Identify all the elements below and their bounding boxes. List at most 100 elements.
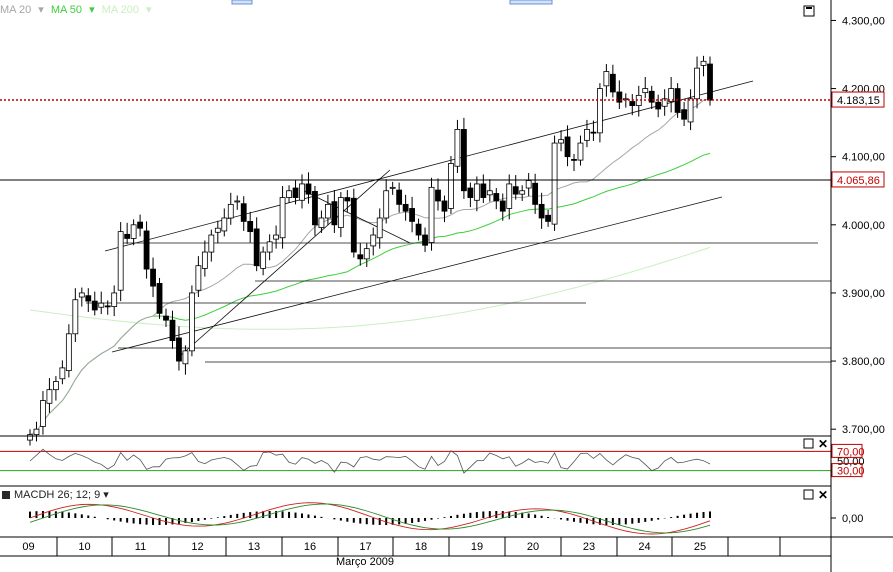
candle-up <box>273 234 279 240</box>
ma50-legend[interactable]: MA 50 ▾ <box>51 4 95 16</box>
candle-up <box>117 231 124 291</box>
candle-up <box>286 190 292 198</box>
candle-down <box>564 136 571 158</box>
candle-down <box>247 221 254 233</box>
candle-down <box>707 63 713 101</box>
candle-down <box>124 233 131 239</box>
candle-down <box>305 183 312 195</box>
candle-down <box>493 193 500 202</box>
macd-panel: 0,00 <box>29 502 863 535</box>
candle-up <box>53 381 59 391</box>
candle-up <box>558 139 564 144</box>
macd-legend[interactable]: MACDH 26; 12; 9 ▾ <box>2 488 109 501</box>
candle-down <box>532 182 539 205</box>
candle-down <box>571 159 577 161</box>
candle-down <box>545 214 551 222</box>
candle-up <box>687 98 694 123</box>
candle-up <box>694 67 700 100</box>
candle-down <box>396 189 403 205</box>
candle-down <box>461 129 467 192</box>
candle-up <box>221 217 228 232</box>
candle-up <box>266 241 273 253</box>
candle-up <box>33 428 40 436</box>
indicator-legend: MA 20 ▾ MA 50 ▾ MA 200 ▾ <box>0 3 156 16</box>
macd-close-icon[interactable]: ✕ <box>818 488 828 502</box>
candle-down <box>629 101 636 106</box>
header-tab-left[interactable] <box>231 0 253 5</box>
candle-up <box>279 197 286 239</box>
candle-down <box>163 315 169 321</box>
current-price-label: 4.183,15 <box>837 95 880 107</box>
x-tick-label: 13 <box>248 541 260 553</box>
candle-up <box>201 251 208 269</box>
rsi-maximize-button[interactable] <box>803 438 814 449</box>
candle-down <box>415 223 422 236</box>
candle-up <box>98 302 105 308</box>
candle-up <box>65 333 72 371</box>
x-tick-label: 23 <box>583 541 595 553</box>
candle-down <box>176 337 182 362</box>
candle-up <box>78 292 85 298</box>
rsi-path <box>29 448 711 474</box>
price-tick-label: 4.300,00 <box>842 15 885 27</box>
ma50-legend-label: MA 50 <box>50 4 83 16</box>
ma200-legend-label: MA 200 <box>101 4 139 16</box>
x-tick-label: 25 <box>694 541 706 553</box>
candle-down <box>357 254 364 260</box>
candle-up <box>189 292 195 352</box>
ma200-legend[interactable]: MA 200 ▾ <box>102 4 152 16</box>
price-tick-label: 4.000,00 <box>842 220 885 232</box>
candle-up <box>370 234 377 247</box>
x-axis: 09 10 11 12 13 16 17 18 19 20 23 24 25 Março 2009 <box>0 541 831 568</box>
candle-down <box>150 268 156 287</box>
candle-up <box>27 434 33 441</box>
candle-down <box>91 300 98 311</box>
level-label: 4.065,86 <box>837 175 880 187</box>
candle-down <box>156 282 163 314</box>
chart-canvas: 70,0050,0030,00 0,00 4.300,004.200,004.1… <box>0 0 893 572</box>
candle-down <box>609 73 616 93</box>
candle-up <box>454 129 461 167</box>
candle-down <box>85 295 92 302</box>
candle-up <box>519 190 526 195</box>
candle-up <box>642 88 649 94</box>
candle-up <box>584 129 590 141</box>
candle-down <box>240 203 247 222</box>
ma20-legend[interactable]: MA 20 ▾ <box>0 4 44 16</box>
candle-up <box>525 180 532 189</box>
x-tick-label: 12 <box>191 541 203 553</box>
x-tick-label: 16 <box>304 541 316 553</box>
candle-down <box>422 234 428 246</box>
x-tick-label: 24 <box>638 541 650 553</box>
candle-up <box>299 183 305 201</box>
macd-legend-label: MACDH 26; 12; 9 <box>14 489 101 501</box>
candle-down <box>169 319 176 342</box>
header-tab-right[interactable] <box>509 0 553 5</box>
candle-up <box>195 265 202 291</box>
macd-maximize-button[interactable] <box>803 489 814 500</box>
candle-up <box>363 248 370 260</box>
candle-down <box>312 191 318 226</box>
candle-up <box>111 292 118 307</box>
candle-up <box>59 367 66 380</box>
x-tick-label: 11 <box>135 541 146 553</box>
candle-down <box>435 189 441 202</box>
candle-down <box>499 200 506 212</box>
x-tick-label: 19 <box>471 541 483 553</box>
candle-down <box>441 200 448 212</box>
rsi-close-icon[interactable]: ✕ <box>818 437 828 451</box>
candle-up <box>130 224 137 239</box>
candle-up <box>551 142 558 225</box>
x-tick-label: 10 <box>78 541 90 553</box>
candle-down <box>409 208 415 222</box>
candle-down <box>681 109 687 120</box>
candle-down <box>143 230 150 270</box>
candle-down <box>480 183 487 198</box>
candle-up <box>227 203 234 219</box>
candle-up <box>337 197 344 228</box>
candle-down <box>402 203 409 212</box>
candle-up <box>260 251 267 269</box>
price-tick-label: 4.100,00 <box>842 152 885 164</box>
candle-up <box>208 234 215 253</box>
candle-down <box>512 186 519 195</box>
